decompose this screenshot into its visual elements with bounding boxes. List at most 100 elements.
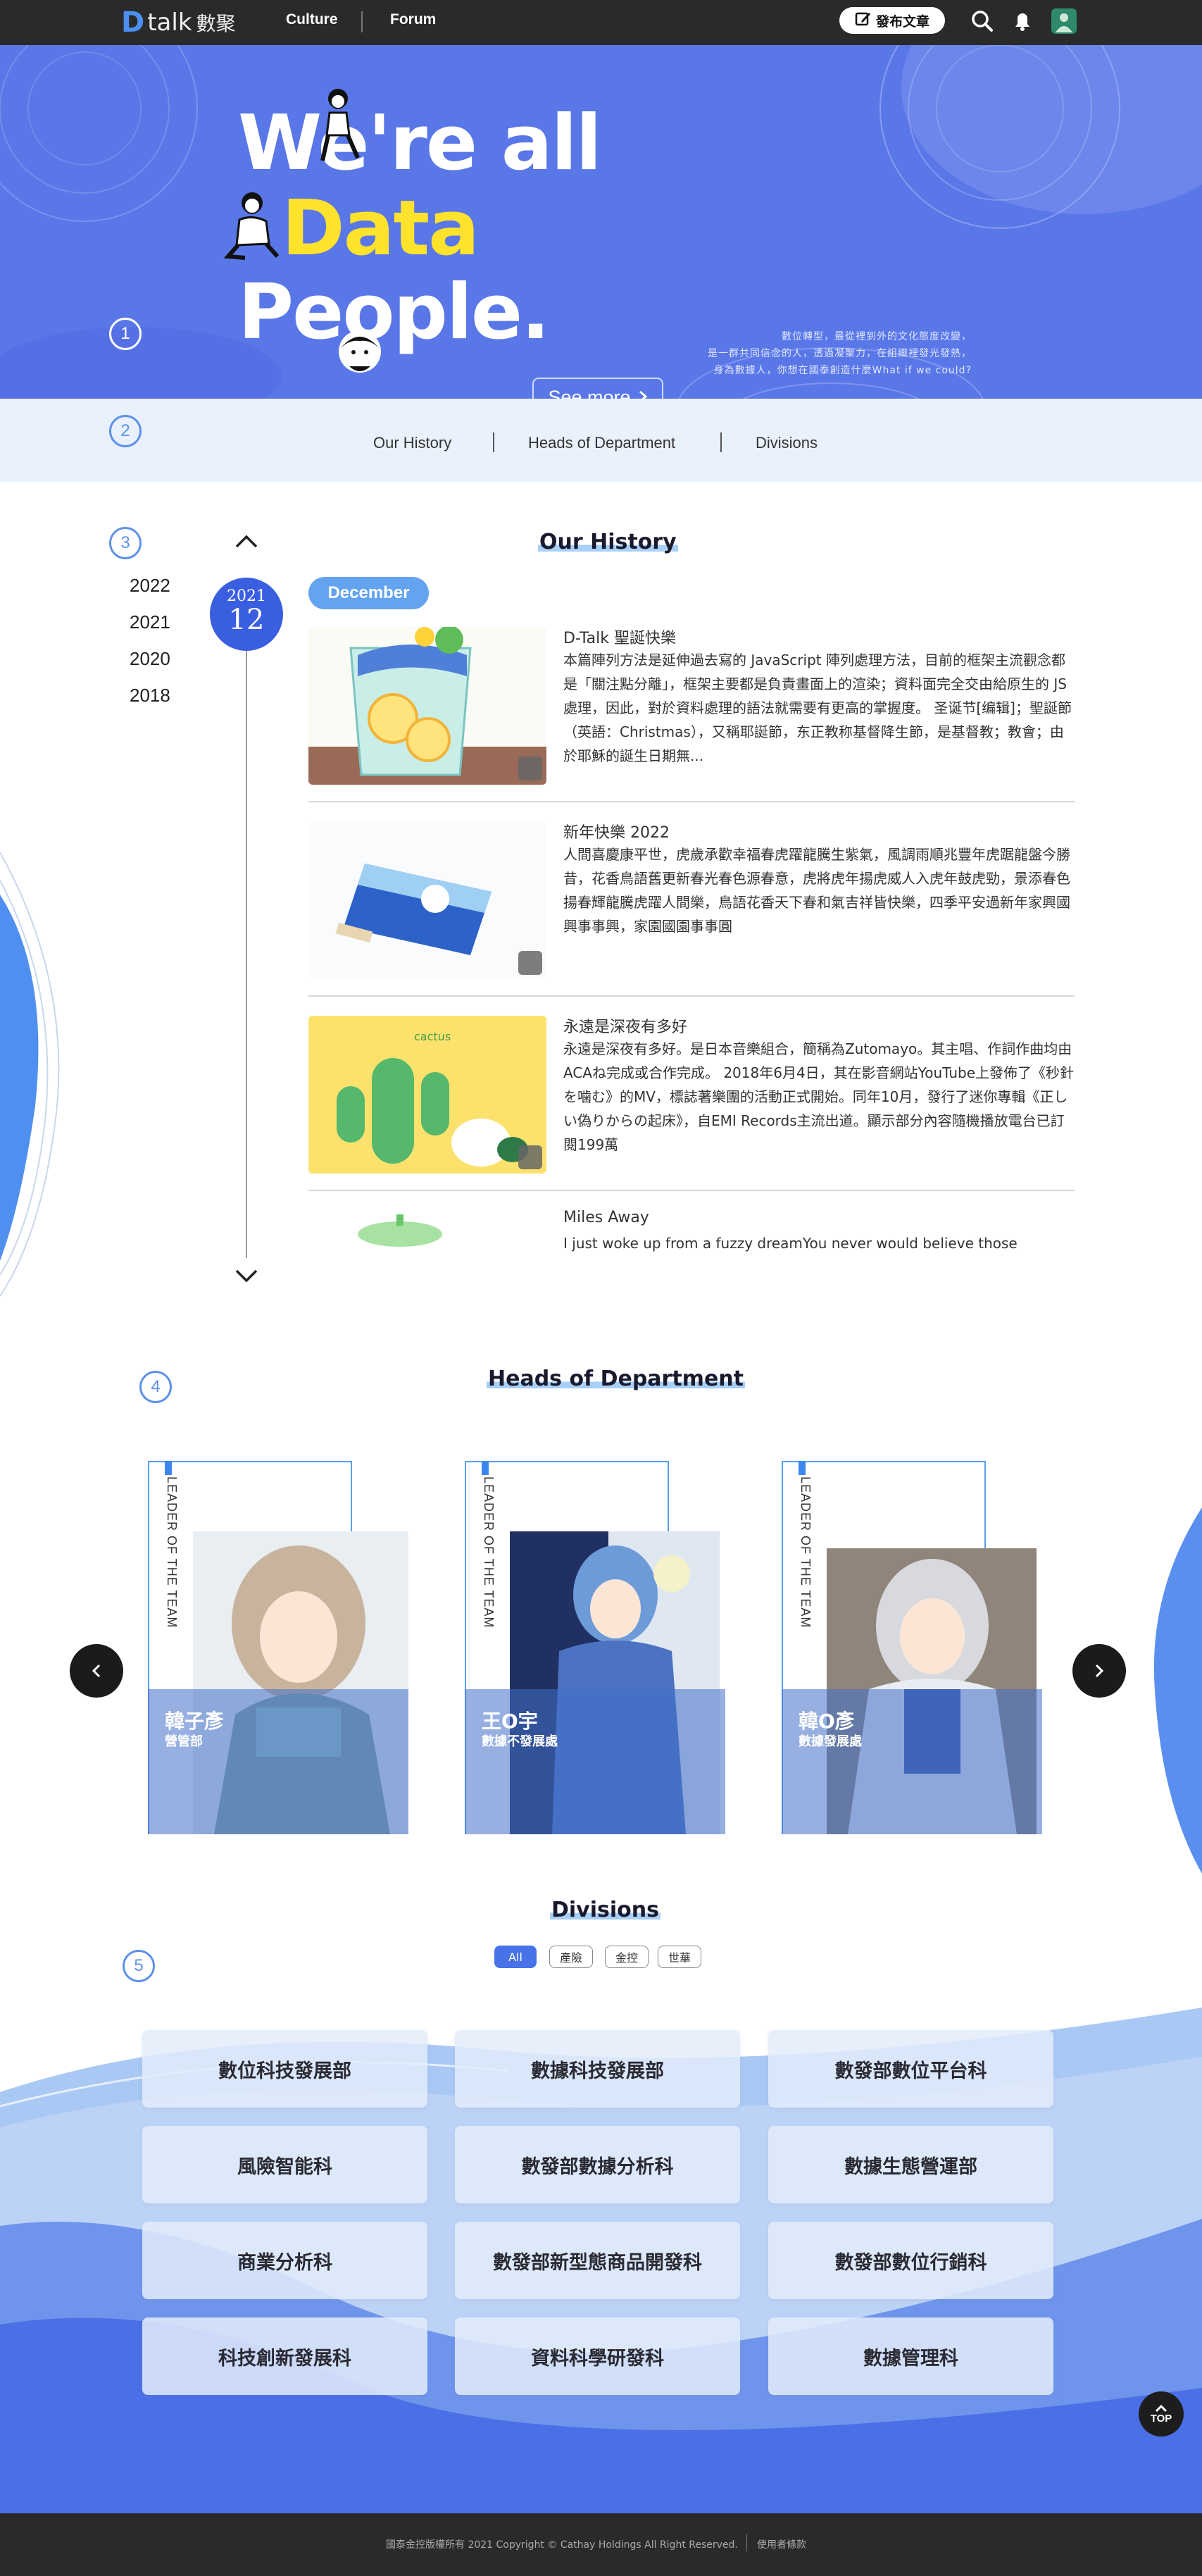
history-item-title: 永遠是深夜有多好 <box>563 1019 688 1036</box>
history-thumbnail[interactable] <box>308 627 546 785</box>
hero-tagline-line: 身為數據人，你想在國泰創造什麼What if we could? <box>713 365 972 376</box>
division-item[interactable]: 商業分析科 <box>142 2222 427 2299</box>
card-leader-label: LEADER OF THE TEAM <box>482 1476 496 1629</box>
terms-link[interactable]: 使用者條款 <box>757 2537 806 2551</box>
history-thumbnail[interactable]: cactus <box>308 1016 546 1174</box>
card-accent-bar <box>799 1461 806 1475</box>
subnav-heads-of-department[interactable]: Heads of Department <box>528 434 675 452</box>
chevron-right-icon <box>638 387 648 399</box>
hero-tagline-line: 是一群共同信念的人，透過凝聚力，在組織裡發光發熱， <box>708 348 972 359</box>
chevron-left-icon <box>92 1664 101 1678</box>
history-item-title: Miles Away <box>563 1210 649 1226</box>
page-root: D talk 數聚 Culture Forum 發布文章 We're all D… <box>0 0 1202 2576</box>
expand-icon[interactable] <box>518 1145 542 1169</box>
back-to-top-button[interactable]: TOP <box>1139 2391 1184 2437</box>
division-item[interactable]: 數發部新型態商品開發科 <box>455 2222 740 2299</box>
see-more-button[interactable]: See more <box>532 378 663 399</box>
nav-forum[interactable]: Forum <box>390 11 436 28</box>
popsicle-illustration <box>335 864 492 955</box>
card-accent-bar <box>482 1461 489 1475</box>
item-divider <box>308 995 1075 997</box>
hero-banner: We're all Data People. 數位轉型，最從裡到外的文化態度改變… <box>0 45 1202 399</box>
top-label: TOP <box>1150 2412 1172 2425</box>
logo-cn: 數聚 <box>196 12 236 35</box>
division-item[interactable]: 數發部數據分析科 <box>455 2126 740 2203</box>
head-card[interactable]: LEADER OF THE TEAM 王O宇 數據不發展處 <box>465 1461 725 1834</box>
footer: 國泰金控版權所有 2021 Copyright © Cathay Holding… <box>0 2513 1202 2576</box>
section-subnav: Our History Heads of Department Division… <box>0 399 1202 482</box>
head-card[interactable]: LEADER OF THE TEAM 韓子彥 營管部 <box>148 1461 408 1834</box>
logo-mark: D <box>121 6 145 39</box>
subnav-our-history[interactable]: Our History <box>373 434 451 452</box>
history-item-title: D-Talk 聖誕快樂 <box>563 630 676 647</box>
carousel-prev-button[interactable] <box>70 1644 123 1698</box>
division-item[interactable]: 數發部數位行銷科 <box>768 2222 1053 2299</box>
division-item[interactable]: 資料科學研發科 <box>455 2317 740 2395</box>
footer-divider <box>746 2534 747 2551</box>
year-2018[interactable]: 2018 <box>130 685 170 707</box>
year-2022[interactable]: 2022 <box>130 575 170 597</box>
subnav-divider <box>493 433 494 452</box>
publish-article-button[interactable]: 發布文章 <box>839 7 945 34</box>
card-accent-bar <box>165 1461 172 1475</box>
nav-divider <box>361 11 363 32</box>
history-thumbnail[interactable] <box>308 821 546 979</box>
item-divider <box>308 801 1075 802</box>
step-marker-3: 3 <box>109 527 142 559</box>
step-marker-4: 4 <box>139 1371 172 1403</box>
left-decoration-wave <box>0 852 60 1297</box>
expand-icon[interactable] <box>518 951 542 975</box>
year-2020[interactable]: 2020 <box>130 648 170 670</box>
head-department: 營管部 <box>165 1734 203 1749</box>
chevron-up-icon <box>1155 2404 1167 2412</box>
division-item[interactable]: 數據管理科 <box>768 2317 1053 2395</box>
carousel-next-button[interactable] <box>1072 1644 1126 1698</box>
history-thumbnail[interactable] <box>308 1210 546 1259</box>
division-item[interactable]: 數位科技發展部 <box>142 2030 427 2108</box>
card-leader-label: LEADER OF THE TEAM <box>799 1476 813 1629</box>
head-name: 韓O彥 <box>799 1710 855 1733</box>
step-marker-1: 1 <box>109 318 142 350</box>
person-illustration-face <box>339 330 381 373</box>
site-logo[interactable]: D talk 數聚 <box>121 6 236 39</box>
edit-icon <box>855 11 872 31</box>
subnav-divider <box>720 433 722 452</box>
hero-line-3: People. <box>238 268 550 356</box>
publish-label: 發布文章 <box>875 13 929 30</box>
chevron-down-icon[interactable] <box>234 1268 259 1288</box>
bell-icon[interactable] <box>1010 8 1035 34</box>
nav-culture[interactable]: Culture <box>286 11 338 28</box>
history-item[interactable]: D-Talk 聖誕快樂 本篇陣列方法是延伸過去寫的 JavaScript 陣列處… <box>308 627 1075 803</box>
division-item[interactable]: 風險智能科 <box>142 2126 427 2203</box>
user-avatar-icon[interactable] <box>1051 8 1077 34</box>
filter-property-insurance[interactable]: 產險 <box>549 1946 593 1968</box>
head-department: 數據不發展處 <box>482 1734 558 1749</box>
expand-icon[interactable] <box>518 757 542 780</box>
history-item[interactable]: Miles Away I just woke up from a fuzzy d… <box>308 1210 1075 1259</box>
see-more-label: See more <box>548 386 631 399</box>
copyright-text: 國泰金控版權所有 2021 Copyright © Cathay Holding… <box>386 2539 738 2551</box>
division-item[interactable]: 數據生態營運部 <box>768 2126 1053 2203</box>
month-pill: December <box>308 577 429 609</box>
division-item[interactable]: 數據科技發展部 <box>455 2030 740 2108</box>
head-department: 數據發展處 <box>799 1734 862 1749</box>
history-item[interactable]: 新年快樂 2022 人間喜慶康平世，虎歲承歡幸福春虎躍龍騰生紫氣，風調雨順兆豐年… <box>308 821 1075 997</box>
heads-title: Heads of Department <box>487 1367 745 1391</box>
filter-cathay-united[interactable]: 世華 <box>658 1946 701 1968</box>
year-2021[interactable]: 2021 <box>130 611 170 633</box>
history-title: Our History <box>538 530 678 554</box>
filter-all[interactable]: All <box>494 1946 537 1968</box>
history-item-body: 永遠是深夜有多好。是日本音樂組合，簡稱為Zutomayo。其主唱、作詞作曲均由A… <box>563 1040 1075 1153</box>
filter-holdings[interactable]: 金控 <box>605 1946 649 1968</box>
search-icon[interactable] <box>970 8 995 34</box>
subnav-divisions[interactable]: Divisions <box>756 434 818 452</box>
hero-line-2: Data <box>282 185 480 273</box>
division-item[interactable]: 科技創新發展科 <box>142 2317 427 2395</box>
division-item[interactable]: 數發部數位平台科 <box>768 2030 1053 2108</box>
history-item[interactable]: cactus 永遠是深夜有多好 永遠是深夜有多好。是日本音樂組合，簡稱為Zuto… <box>308 1016 1075 1192</box>
chevron-up-icon[interactable] <box>234 533 259 552</box>
top-header: D talk 數聚 Culture Forum 發布文章 <box>0 0 1202 45</box>
hero-line-1: We're all <box>238 99 602 187</box>
head-card[interactable]: LEADER OF THE TEAM 韓O彥 數據發展處 <box>782 1461 1042 1834</box>
person-illustration-sitting <box>320 89 360 161</box>
